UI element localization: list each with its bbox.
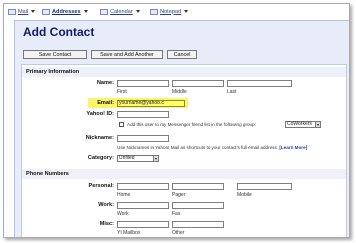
work-caption: Work — [117, 211, 129, 217]
mobile-input[interactable] — [237, 183, 292, 190]
section-phone-numbers: Phone Numbers — [22, 169, 346, 179]
messenger-text: Add this user to my Messenger friend lis… — [127, 122, 256, 127]
messenger-checkbox[interactable] — [119, 122, 124, 127]
notepad-icon — [150, 8, 158, 15]
email-label: Email: — [97, 100, 114, 106]
add-contact-panel: Add Contact Save Contact Save and Add An… — [14, 20, 349, 237]
fax-caption: Fax — [172, 211, 181, 217]
nickname-input[interactable] — [117, 135, 169, 142]
section-primary-information: Primary Information — [22, 67, 346, 77]
tab-notepad[interactable]: Notepad — [150, 7, 189, 16]
messenger-group-select[interactable]: CoWorkers — [285, 121, 321, 128]
email-input[interactable]: yourname@yahoo.c — [117, 100, 185, 107]
tab-addresses[interactable]: Addresses — [42, 7, 88, 16]
chevron-down-icon[interactable] — [31, 10, 36, 13]
mobile-caption: Mobile — [237, 192, 252, 198]
learn-more-link[interactable]: [Learn More] — [279, 145, 307, 150]
home-caption: Home — [117, 192, 131, 198]
contact-form: Primary Information Name: First Middle L… — [21, 64, 347, 237]
nickname-help: Use Nicknames in Yahoo! Mail as shortcut… — [117, 145, 307, 150]
nickname-label: Nickname: — [85, 135, 114, 141]
personal-label: Personal: — [88, 183, 115, 189]
last-name-input[interactable] — [227, 80, 292, 87]
addresses-icon — [42, 8, 50, 15]
app-window: Mail Addresses Calendar Notepad Add Cont… — [3, 3, 350, 238]
work-phone-input[interactable] — [117, 202, 169, 209]
category-value: Unfiled — [119, 155, 135, 161]
last-caption: Last — [227, 89, 237, 95]
first-caption: First — [117, 89, 127, 95]
yahoo-id-input[interactable] — [117, 111, 169, 118]
other-phone-input[interactable] — [172, 221, 224, 228]
work-label: Work: — [98, 202, 114, 208]
mailbox-caption: YI Mailbox — [117, 230, 141, 236]
other-caption: Other — [172, 230, 185, 236]
fax-input[interactable] — [172, 202, 224, 209]
chevron-down-icon[interactable] — [83, 10, 88, 13]
category-select[interactable]: Unfiled — [117, 155, 159, 162]
chevron-down-icon[interactable] — [184, 10, 189, 13]
tab-label: Addresses — [52, 8, 81, 15]
first-name-input[interactable] — [117, 80, 169, 87]
tab-calendar[interactable]: Calendar — [100, 7, 140, 16]
pager-caption: Pager — [172, 192, 186, 198]
tab-bar: Mail Addresses Calendar Notepad — [4, 4, 349, 18]
pager-input[interactable] — [172, 183, 224, 190]
yahoo-id-label: Yahoo! ID: — [86, 111, 114, 117]
page-title: Add Contact — [23, 25, 95, 39]
tab-label: Calendar — [110, 8, 133, 15]
save-and-add-another-button[interactable]: Save and Add Another — [91, 50, 163, 59]
mailbox-input[interactable] — [117, 221, 169, 228]
misc-label: Misc: — [99, 221, 114, 227]
mail-icon — [8, 8, 16, 15]
middle-caption: Middle — [172, 89, 187, 95]
cancel-button[interactable]: Cancel — [167, 50, 197, 59]
save-contact-button[interactable]: Save Contact — [23, 50, 87, 59]
tab-mail[interactable]: Mail — [8, 7, 36, 16]
tab-label: Mail — [18, 8, 29, 15]
nickname-help-text: Use Nicknames in Yahoo! Mail as shortcut… — [117, 145, 279, 150]
chevron-down-icon — [315, 122, 320, 127]
group-value: CoWorkers — [287, 121, 312, 127]
middle-name-input[interactable] — [172, 80, 224, 87]
chevron-down-icon[interactable] — [135, 10, 140, 13]
tab-label: Notepad — [160, 8, 182, 15]
calendar-icon — [100, 8, 108, 15]
chevron-down-icon — [153, 156, 158, 161]
name-label: Name: — [96, 80, 114, 86]
category-label: Category: — [87, 155, 114, 161]
home-phone-input[interactable] — [117, 183, 169, 190]
